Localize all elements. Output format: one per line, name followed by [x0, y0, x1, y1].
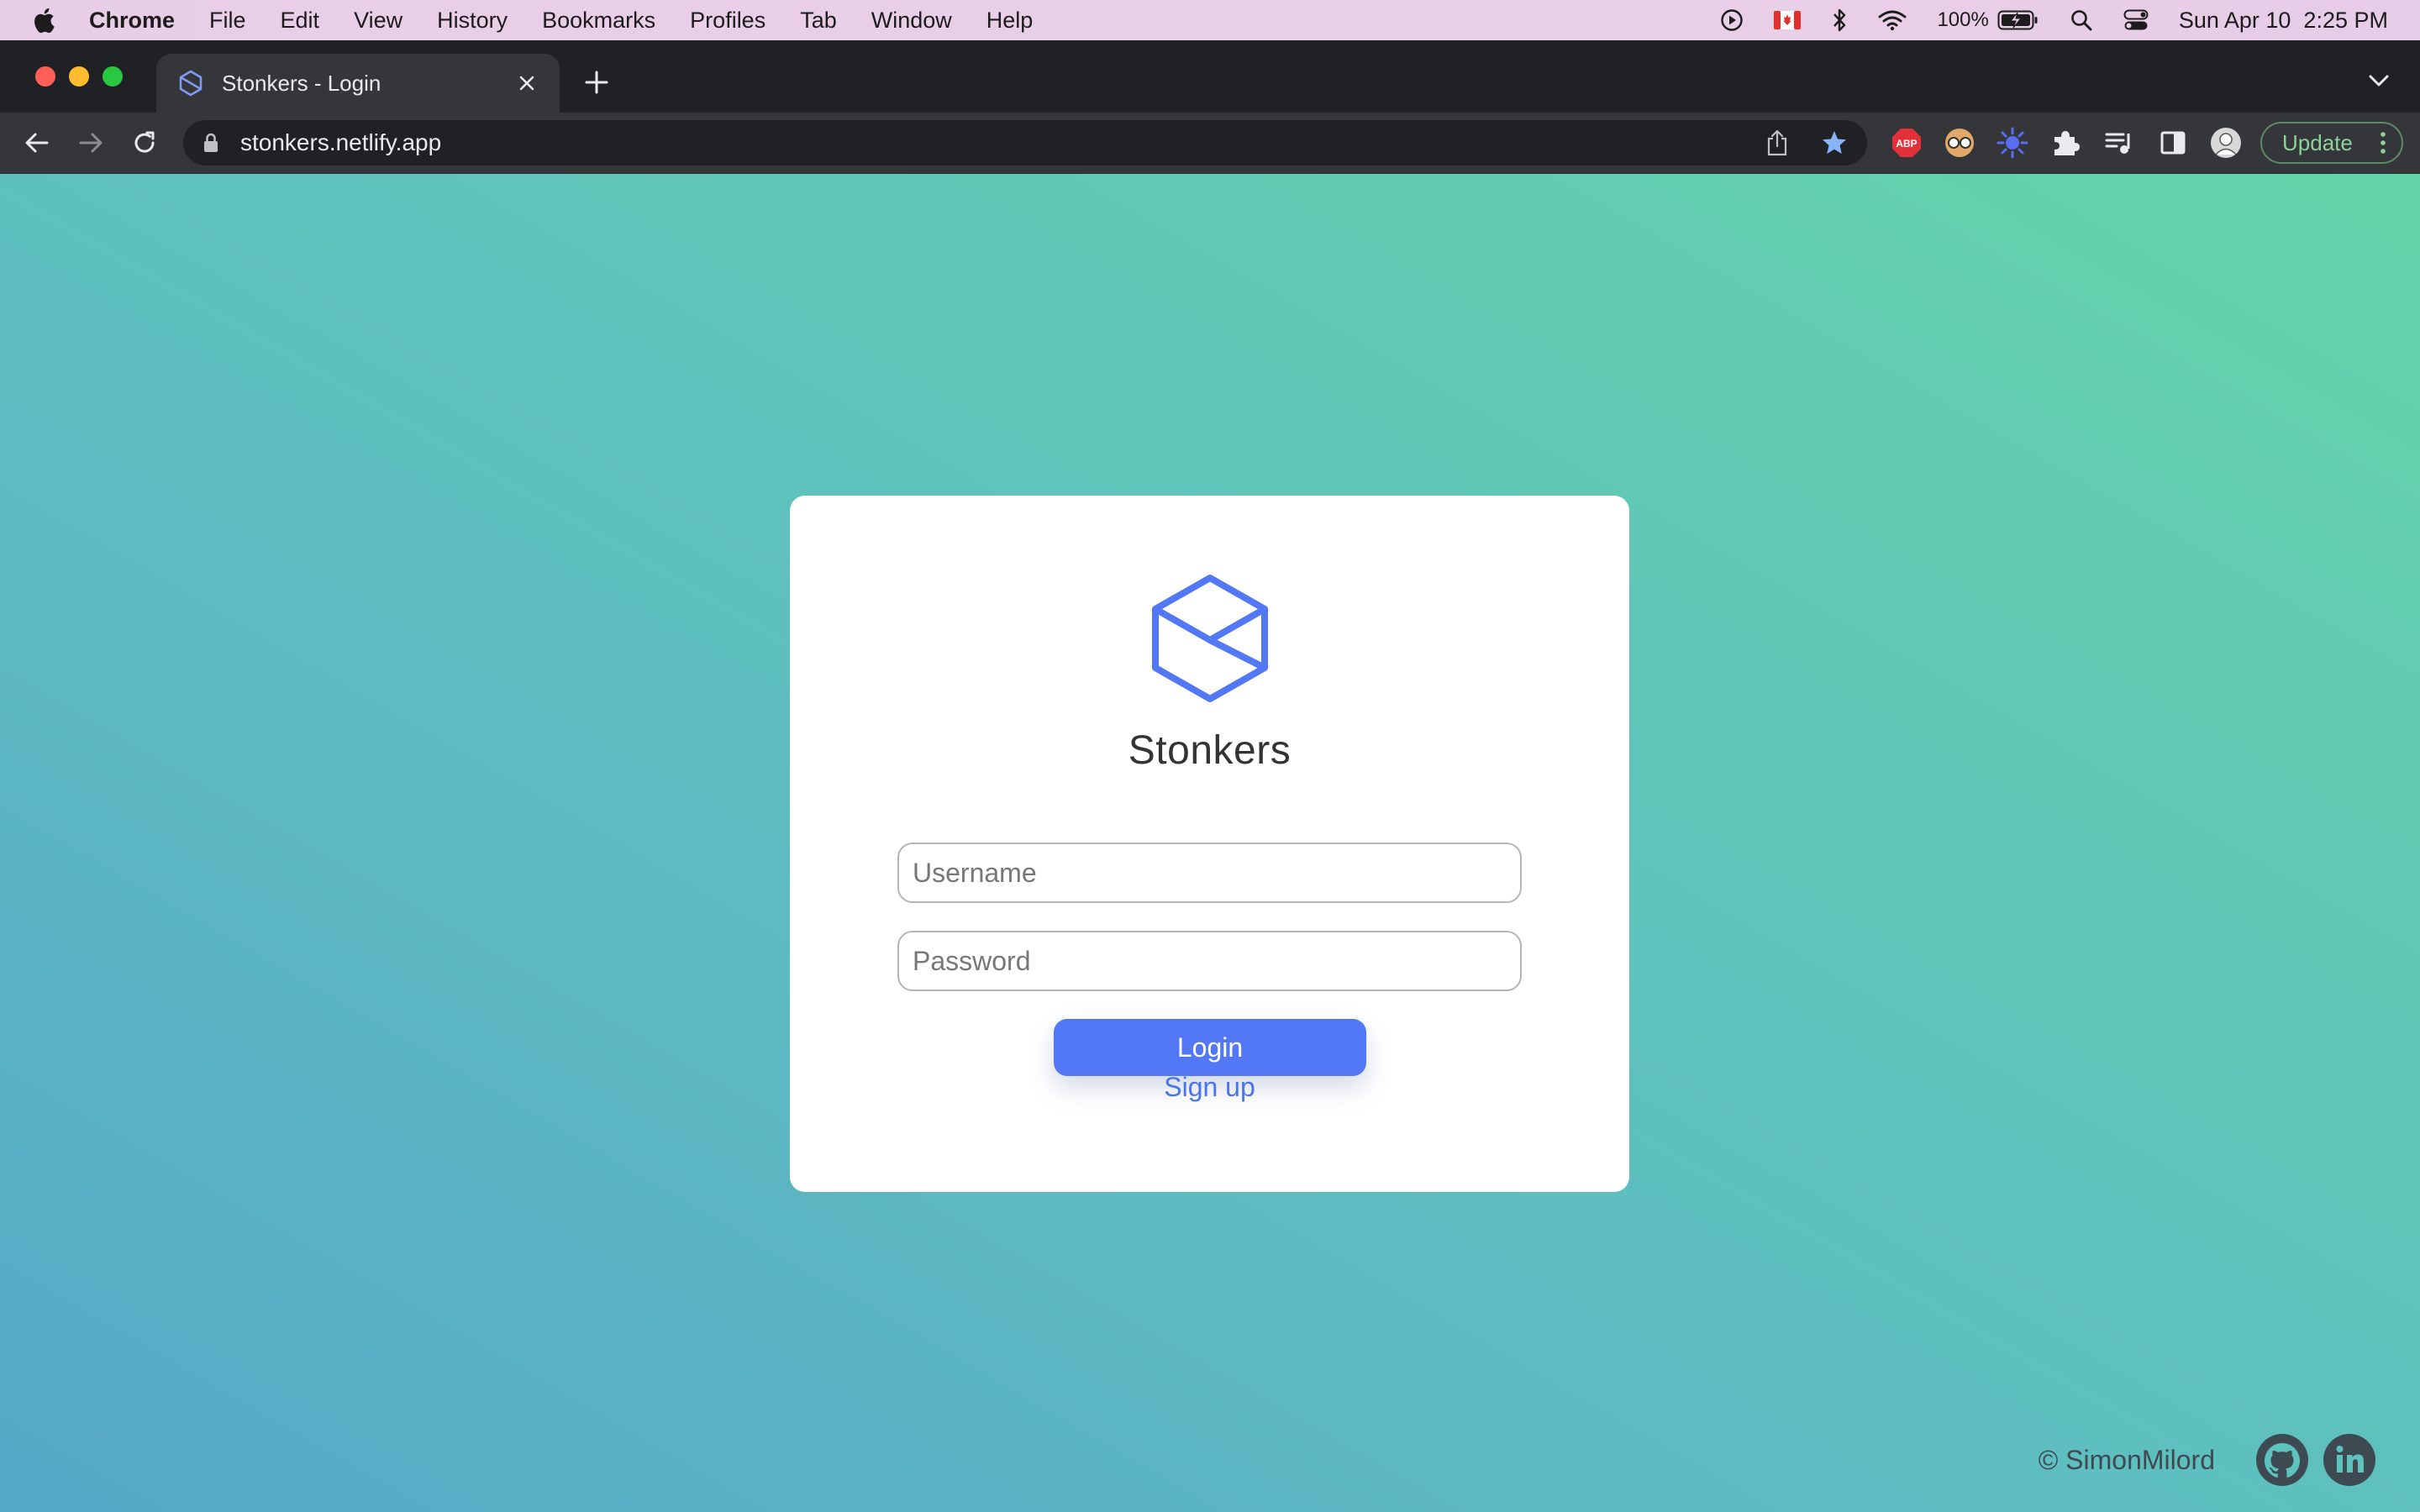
sun-extension-icon[interactable] — [1996, 127, 2028, 159]
menu-tab[interactable]: Tab — [800, 8, 837, 34]
tab-search-chevron-icon[interactable] — [2368, 74, 2390, 87]
apple-menu-icon[interactable] — [32, 7, 55, 34]
menu-file[interactable]: File — [209, 8, 246, 34]
footer: © SimonMilord — [2039, 1433, 2376, 1487]
bluetooth-icon[interactable] — [1831, 8, 1848, 33]
svg-text:ABP: ABP — [1896, 138, 1917, 150]
lock-icon[interactable] — [202, 132, 220, 154]
more-vertical-icon — [2381, 132, 2386, 154]
spotlight-search-icon[interactable] — [2070, 8, 2093, 32]
menu-window[interactable]: Window — [871, 8, 952, 34]
linkedin-icon[interactable] — [2323, 1433, 2376, 1487]
share-icon[interactable] — [1765, 129, 1790, 157]
password-input[interactable] — [897, 931, 1522, 991]
browser-toolbar: stonkers.netlify.app ABP Update — [0, 113, 2420, 175]
update-button[interactable]: Update — [2260, 122, 2403, 164]
tab-title: Stonkers - Login — [222, 70, 381, 96]
back-arrow-icon[interactable] — [22, 128, 52, 158]
window-close-button[interactable] — [35, 66, 55, 87]
battery-charging-icon[interactable] — [1997, 9, 2039, 31]
wifi-icon[interactable] — [1878, 9, 1907, 31]
puzzle-icon[interactable] — [2049, 127, 2081, 159]
new-tab-icon[interactable] — [581, 67, 612, 97]
canada-flag-icon[interactable] — [1774, 11, 1802, 29]
reload-icon[interactable] — [129, 128, 160, 158]
profile-avatar-icon[interactable] — [2210, 127, 2242, 159]
window-minimize-button[interactable] — [69, 66, 89, 87]
menu-history[interactable]: History — [437, 8, 508, 34]
stonkers-favicon-icon — [179, 70, 203, 97]
forward-arrow-icon[interactable] — [76, 128, 106, 158]
signup-link[interactable]: Sign up — [790, 1072, 1629, 1103]
menu-help[interactable]: Help — [986, 8, 1034, 34]
adblock-plus-icon[interactable]: ABP — [1891, 127, 1923, 159]
bookmark-star-icon[interactable] — [1820, 129, 1849, 157]
login-card: Stonkers Login Sign up — [790, 496, 1629, 1192]
github-icon[interactable] — [2255, 1433, 2309, 1487]
macos-menu-bar: Chrome File Edit View History Bookmarks … — [0, 0, 2420, 40]
side-panel-icon[interactable] — [2157, 127, 2189, 159]
control-center-icon[interactable] — [2123, 9, 2149, 31]
media-control-icon[interactable] — [2103, 127, 2135, 159]
menubar-status-area: 100% Sun Apr 10 2:25 PM — [1690, 0, 2388, 40]
address-bar[interactable]: stonkers.netlify.app — [183, 120, 1867, 165]
battery-percent: 100% — [1937, 8, 1989, 31]
stonkers-cube-logo-icon — [1152, 575, 1268, 702]
brand-title: Stonkers — [1128, 728, 1292, 773]
update-label: Update — [2282, 129, 2353, 155]
menu-app-chrome[interactable]: Chrome — [89, 8, 175, 34]
menu-profiles[interactable]: Profiles — [690, 8, 765, 34]
play-circle-icon[interactable] — [1720, 8, 1744, 32]
window-zoom-button[interactable] — [103, 66, 123, 87]
username-input[interactable] — [897, 843, 1522, 903]
menu-view[interactable]: View — [354, 8, 402, 34]
copyright-text: © SimonMilord — [2038, 1444, 2215, 1475]
tab-stonkers-login[interactable]: Stonkers - Login — [156, 54, 560, 113]
browser-tab-strip: Stonkers - Login — [0, 40, 2420, 113]
url-text[interactable]: stonkers.netlify.app — [240, 129, 1765, 156]
menu-edit[interactable]: Edit — [281, 8, 320, 34]
login-button[interactable]: Login — [1054, 1019, 1366, 1076]
menu-bookmarks[interactable]: Bookmarks — [542, 8, 655, 34]
glasses-extension-icon[interactable] — [1944, 127, 1975, 159]
tab-close-icon[interactable] — [514, 71, 539, 96]
menubar-clock[interactable]: Sun Apr 10 2:25 PM — [2179, 8, 2388, 34]
page-viewport: Stonkers Login Sign up © SimonMilord — [0, 174, 2420, 1512]
